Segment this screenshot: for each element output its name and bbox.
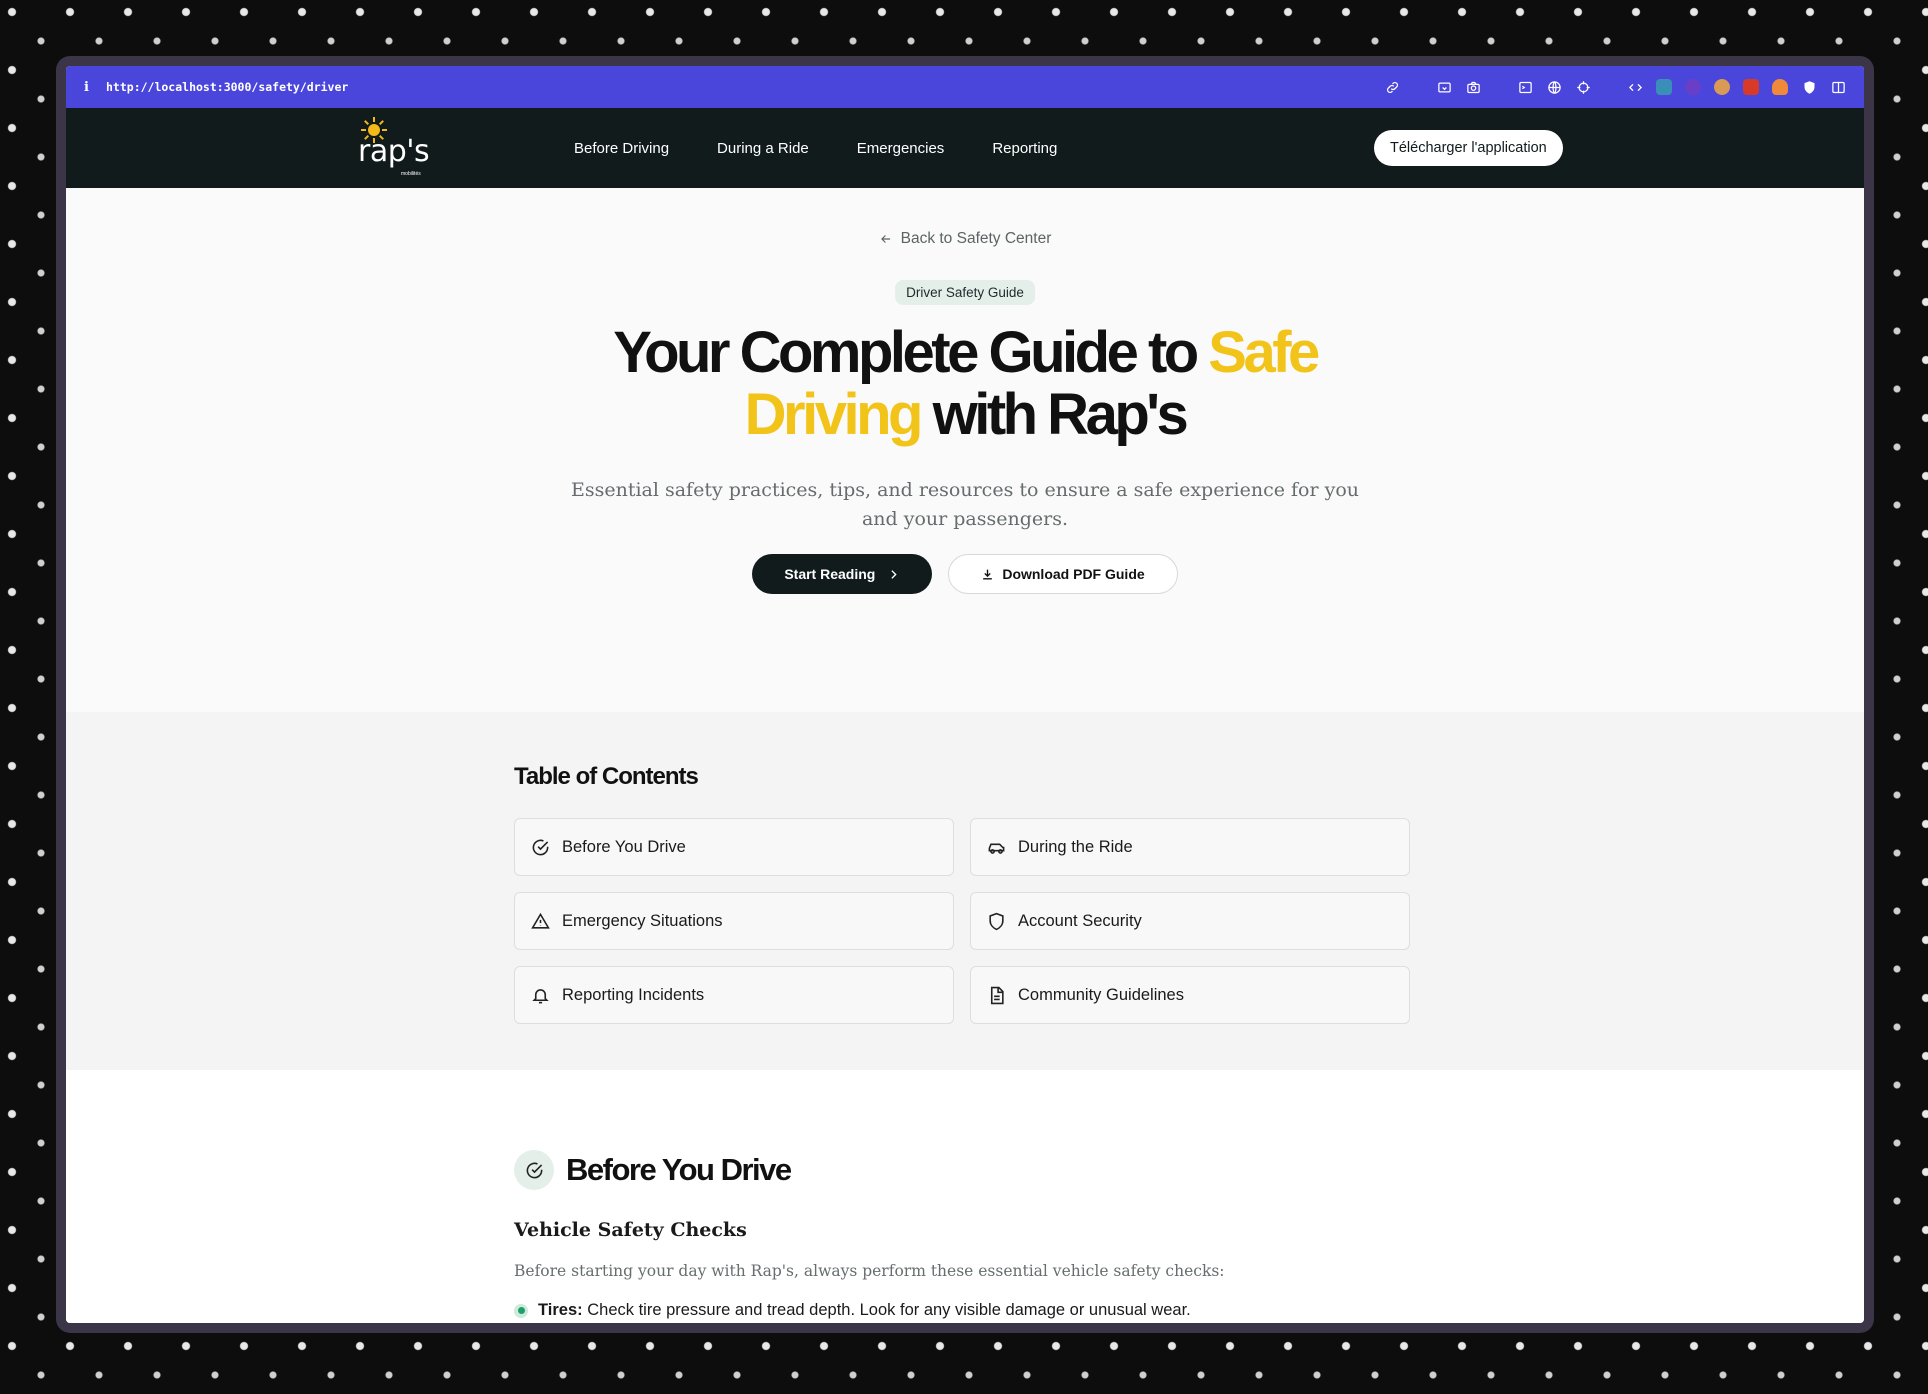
url-bar[interactable]: i http://localhost:3000/safety/driver [66, 66, 1864, 108]
code-icon[interactable] [1627, 79, 1643, 95]
toc-item-community-guidelines[interactable]: Community Guidelines [970, 966, 1410, 1024]
site-header: rap's mobilités Before Driving During a … [66, 108, 1864, 188]
extension-icon[interactable] [1714, 79, 1730, 95]
extension-icon[interactable] [1656, 79, 1672, 95]
toc-item-label: Community Guidelines [1018, 985, 1184, 1004]
page-title: Your Complete Guide to Safe Driving with… [66, 322, 1864, 446]
camera-icon[interactable] [1465, 79, 1481, 95]
logo-wordmark: rap's [358, 134, 430, 169]
logo-subtext: mobilités [401, 171, 421, 177]
start-reading-button[interactable]: Start Reading [752, 554, 933, 594]
screenshot-icon[interactable] [1436, 79, 1452, 95]
toc-item-reporting-incidents[interactable]: Reporting Incidents [514, 966, 954, 1024]
title-highlight: Driving [744, 382, 924, 447]
toc-grid: Before You Drive During the Ride Emergen… [514, 818, 1410, 1024]
raps-logo[interactable]: rap's mobilités [358, 116, 438, 178]
arrow-left-icon [880, 235, 890, 243]
bullet-text: Tires: Check tire pressure and tread dep… [538, 1301, 1191, 1320]
extension-icon[interactable] [1743, 79, 1759, 95]
section-title: Before You Drive [566, 1152, 792, 1187]
shield-icon[interactable] [1801, 79, 1817, 95]
terminal-icon[interactable] [1517, 79, 1533, 95]
nav-link-during-a-ride[interactable]: During a Ride [717, 140, 809, 157]
extension-icon[interactable] [1685, 79, 1701, 95]
title-text: with Rap's [919, 382, 1189, 447]
site-info-icon[interactable]: i [84, 80, 106, 95]
toc-item-label: During the Ride [1018, 837, 1133, 856]
extension-icon[interactable] [1772, 79, 1788, 95]
nav-link-reporting[interactable]: Reporting [992, 140, 1057, 157]
before-you-drive-section: Before You Drive Vehicle Safety Checks B… [66, 1070, 1864, 1323]
list-item: Tires: Check tire pressure and tread dep… [514, 1301, 1191, 1320]
car-icon [988, 843, 1005, 854]
back-link-label: Back to Safety Center [900, 230, 1052, 247]
toc-item-label: Account Security [1018, 911, 1142, 930]
toc-item-during-the-ride[interactable]: During the Ride [970, 818, 1410, 876]
shield-icon [989, 912, 1004, 930]
toc-item-label: Emergency Situations [562, 911, 723, 930]
hero-section: Back to Safety Center Driver Safety Guid… [66, 188, 1864, 712]
target-icon[interactable] [1575, 79, 1591, 95]
hero-subtitle: Essential safety practices, tips, and re… [570, 479, 1360, 530]
browser-window: i http://localhost:3000/safety/driver ra… [56, 56, 1874, 1333]
toc-item-label: Reporting Incidents [562, 985, 705, 1004]
title-highlight: Safe [1208, 320, 1320, 385]
start-reading-label: Start Reading [784, 566, 876, 582]
download-pdf-label: Download PDF Guide [1002, 566, 1145, 582]
browser-toolbar [1384, 79, 1846, 95]
section-intro: Before starting your day with Rap's, alw… [514, 1262, 1225, 1280]
sidebar-icon[interactable] [1830, 79, 1846, 95]
globe-icon[interactable] [1546, 79, 1562, 95]
chevron-right-icon [891, 569, 897, 579]
bullet-label: Tires: [538, 1301, 583, 1319]
url-text[interactable]: http://localhost:3000/safety/driver [106, 80, 1384, 94]
toc-item-emergency-situations[interactable]: Emergency Situations [514, 892, 954, 950]
link-icon[interactable] [1384, 79, 1400, 95]
back-to-safety-center-link[interactable]: Back to Safety Center [66, 230, 1864, 248]
nav-link-before-driving[interactable]: Before Driving [574, 140, 669, 157]
download-icon [983, 569, 993, 580]
toc-item-before-you-drive[interactable]: Before You Drive [514, 818, 954, 876]
bullet-dot-icon [514, 1303, 528, 1318]
subsection-title: Vehicle Safety Checks [514, 1219, 747, 1241]
main-nav: Before Driving During a Ride Emergencies… [574, 108, 1057, 188]
nav-link-emergencies[interactable]: Emergencies [857, 140, 945, 157]
bell-icon [532, 988, 549, 1003]
toc-item-account-security[interactable]: Account Security [970, 892, 1410, 950]
document-icon [990, 986, 1004, 1004]
hero-actions: Start Reading Download PDF Guide [66, 554, 1864, 594]
download-pdf-button[interactable]: Download PDF Guide [948, 554, 1178, 594]
guide-badge: Driver Safety Guide [895, 280, 1035, 305]
toc-title: Table of Contents [514, 763, 699, 790]
check-circle-icon [514, 1150, 554, 1190]
toc-item-label: Before You Drive [562, 837, 686, 856]
warning-triangle-icon [531, 912, 550, 929]
title-text: Your Complete Guide to [613, 320, 1209, 385]
bullet-body: Check tire pressure and tread depth. Loo… [582, 1301, 1191, 1319]
download-app-button[interactable]: Télécharger l'application [1374, 130, 1563, 166]
table-of-contents: Table of Contents Before You Drive Durin… [66, 712, 1864, 1070]
check-circle-icon [532, 839, 549, 855]
browser-frame: i http://localhost:3000/safety/driver ra… [66, 66, 1864, 1323]
section-heading: Before You Drive [514, 1150, 792, 1190]
